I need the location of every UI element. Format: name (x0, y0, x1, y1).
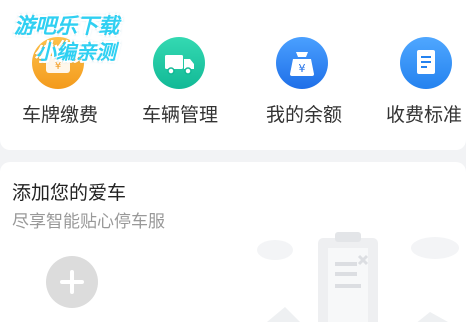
quick-action-my-balance[interactable]: ¥ 我的余额 (244, 0, 364, 150)
quick-action-label: 我的余额 (265, 104, 342, 126)
document-icon (400, 37, 452, 89)
yen-bag-icon: ¥ (276, 37, 328, 89)
svg-text:¥: ¥ (55, 61, 61, 72)
quick-action-label: 车牌缴费 (21, 104, 98, 126)
quick-action-label: 收费标准 (386, 104, 463, 126)
wallet-yen-icon: ¥ (32, 37, 84, 89)
svg-text:¥: ¥ (299, 62, 306, 75)
quick-action-plate-payment[interactable]: ¥ 车牌缴费 (0, 0, 120, 150)
plus-icon (60, 270, 84, 294)
truck-icon (153, 37, 205, 89)
page: ¥ 车牌缴费 车辆管理 ¥ 我的余额 收费标准 游吧乐下载 小编亲测 添加您的爱… (0, 0, 466, 322)
quick-action-label: 车辆管理 (141, 104, 218, 126)
quick-actions-card: ¥ 车牌缴费 车辆管理 ¥ 我的余额 收费标准 游吧乐下载 小编亲测 (0, 0, 466, 150)
add-car-button[interactable] (46, 256, 98, 308)
quick-action-vehicle-management[interactable]: 车辆管理 (120, 0, 240, 150)
add-car-subtitle: 尽享智能贴心停车服 (12, 212, 165, 232)
add-car-card: 添加您的爱车 尽享智能贴心停车服 (0, 162, 466, 322)
add-car-title: 添加您的爱车 (12, 182, 127, 204)
empty-clipboard-illustration (257, 232, 459, 322)
quick-action-fee-standard[interactable]: 收费标准 (366, 0, 466, 150)
